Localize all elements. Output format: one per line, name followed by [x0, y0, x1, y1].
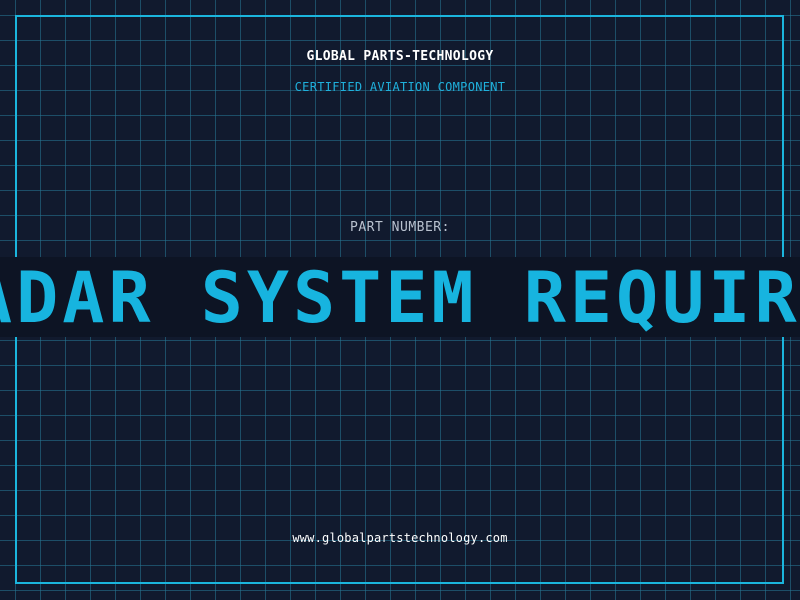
tagline: CERTIFIED AVIATION COMPONENT [294, 80, 506, 94]
brand-name: GLOBAL PARTS-TECHNOLOGY [306, 49, 494, 64]
part-number-label: PART NUMBER: [350, 220, 450, 235]
part-number-value: ADAR SYSTEM REQUIR [0, 257, 800, 337]
part-number-banner: ADAR SYSTEM REQUIR [0, 257, 800, 337]
page: GLOBAL PARTS-TECHNOLOGY CERTIFIED AVIATI… [0, 0, 800, 600]
website-url: www.globalpartstechnology.com [292, 531, 508, 545]
